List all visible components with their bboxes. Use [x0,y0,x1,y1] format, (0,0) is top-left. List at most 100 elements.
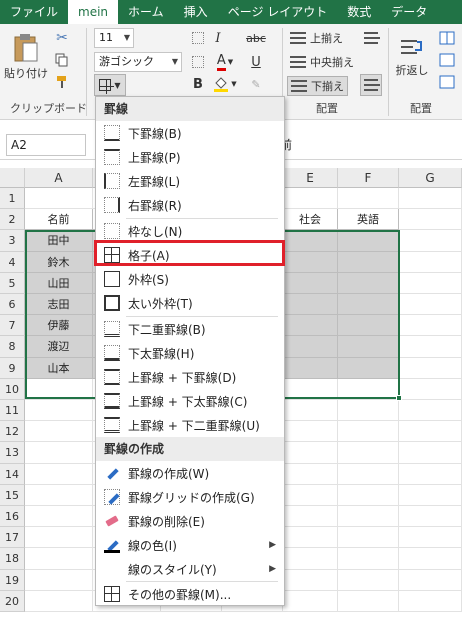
cell-f4[interactable] [338,251,399,273]
row-header-17[interactable]: 17 [0,527,25,549]
menu-item-line-color[interactable]: 線の色(I) ▶ [96,533,284,557]
cell-g13[interactable] [399,442,462,464]
menu-item-draw-border-grid[interactable]: 罫線グリッドの作成(G) [96,485,284,509]
cell-g9[interactable] [399,357,462,379]
row-header-10[interactable]: 10 [0,378,25,400]
cell-e8[interactable] [283,336,338,358]
cell-g16[interactable] [399,506,462,528]
cell-e18[interactable] [283,548,338,570]
row-header-3[interactable]: 3 [0,230,25,252]
cell-a14[interactable] [25,463,93,485]
copy-button[interactable] [52,50,72,70]
cell-g12[interactable] [399,421,462,443]
cell-e13[interactable] [283,442,338,464]
cell-f18[interactable] [338,548,399,570]
cell-e17[interactable] [283,527,338,549]
cell-a7[interactable]: 伊藤 [25,315,93,337]
cell-e4[interactable] [283,251,338,273]
row-header-1[interactable]: 1 [0,188,25,210]
cell-g6[interactable] [399,294,462,316]
menu-item-draw-border[interactable]: 罫線の作成(W) [96,461,284,485]
menu-item-top-border[interactable]: 上罫線(P) [96,145,284,169]
cell-g5[interactable] [399,272,462,294]
menu-item-top-double-bottom-border[interactable]: 上罫線 + 下二重罫線(U) [96,413,284,437]
column-header-a[interactable]: A [25,168,93,188]
cell-e12[interactable] [283,421,338,443]
cell-a15[interactable] [25,484,93,506]
cell-e16[interactable] [283,506,338,528]
cell-a2[interactable]: 名前 [25,209,93,231]
cell-f20[interactable] [338,590,399,612]
cell-f7[interactable] [338,315,399,337]
align-top-button[interactable]: 上揃え [290,30,343,46]
row-header-7[interactable]: 7 [0,315,25,337]
align-bottom-button[interactable]: 下揃え [287,76,348,96]
cell-a11[interactable] [25,400,93,422]
orientation-button[interactable] [436,72,458,92]
cell-a4[interactable]: 鈴木 [25,251,93,273]
menu-item-erase-border[interactable]: 罫線の削除(E) [96,509,284,533]
indent-button[interactable] [436,50,458,70]
font-name-combo[interactable]: 游ゴシック ▼ [94,52,182,72]
cell-g19[interactable] [399,569,462,591]
format-painter-button[interactable] [52,72,72,92]
cell-g18[interactable] [399,548,462,570]
cell-a17[interactable] [25,527,93,549]
menu-item-no-border[interactable]: 枠なし(N) [96,219,284,243]
row-header-20[interactable]: 20 [0,590,25,612]
cell-a5[interactable]: 山田 [25,272,93,294]
wrap-text-button[interactable]: 折返し [392,28,432,86]
select-all-corner[interactable] [0,168,25,188]
menu-item-line-style[interactable]: 線のスタイル(Y) ▶ [96,557,284,581]
row-header-12[interactable]: 12 [0,421,25,443]
cell-g11[interactable] [399,400,462,422]
cell-g15[interactable] [399,484,462,506]
cell-e5[interactable] [283,272,338,294]
row-header-2[interactable]: 2 [0,209,25,231]
cell-g20[interactable] [399,590,462,612]
cell-e9[interactable] [283,357,338,379]
menu-item-left-border[interactable]: 左罫線(L) [96,169,284,193]
cell-g10[interactable] [399,378,462,400]
cell-g8[interactable] [399,336,462,358]
merge-button[interactable] [436,28,458,48]
cell-f19[interactable] [338,569,399,591]
cell-e10[interactable] [283,378,338,400]
row-header-8[interactable]: 8 [0,336,25,358]
tab-formulas[interactable]: 数式 [337,0,381,24]
cell-f2[interactable]: 英語 [338,209,399,231]
tab-data[interactable]: データ [381,0,437,24]
cell-e1[interactable] [283,188,338,210]
column-header-f[interactable]: F [338,168,399,188]
menu-item-top-bottom-border[interactable]: 上罫線 + 下罫線(D) [96,365,284,389]
name-box[interactable]: A2 [6,134,86,156]
tab-file[interactable]: ファイル [0,0,68,24]
strikethrough-button[interactable]: abc [244,28,268,48]
cell-a9[interactable]: 山本 [25,357,93,379]
font-size-combo[interactable]: 11 ▼ [94,28,134,48]
font-color-button[interactable]: A ▼ [210,52,240,72]
cell-g1[interactable] [399,188,462,210]
menu-item-thick-bottom-border[interactable]: 下太罫線(H) [96,341,284,365]
cell-g3[interactable] [399,230,462,252]
menu-item-bottom-double-border[interactable]: 下二重罫線(B) [96,317,284,341]
cell-a1[interactable] [25,188,93,210]
menu-item-top-thick-bottom-border[interactable]: 上罫線 + 下太罫線(C) [96,389,284,413]
cell-f15[interactable] [338,484,399,506]
menu-item-outside-borders[interactable]: 外枠(S) [96,267,284,291]
align-middle-button[interactable]: 中央揃え [290,54,354,70]
cell-g2[interactable] [399,209,462,231]
cell-e2[interactable]: 社会 [283,209,338,231]
cell-g14[interactable] [399,463,462,485]
cell-e20[interactable] [283,590,338,612]
clear-format-button[interactable]: ✎ [244,74,268,94]
cell-f3[interactable] [338,230,399,252]
grow-font-button[interactable] [188,28,208,48]
cell-f16[interactable] [338,506,399,528]
cell-a20[interactable] [25,590,93,612]
fill-color-button[interactable]: ▼ [210,74,240,94]
cell-a19[interactable] [25,569,93,591]
borders-button[interactable]: ▼ [94,74,126,96]
cell-e3[interactable] [283,230,338,252]
cell-a3[interactable]: 田中 [25,230,93,252]
